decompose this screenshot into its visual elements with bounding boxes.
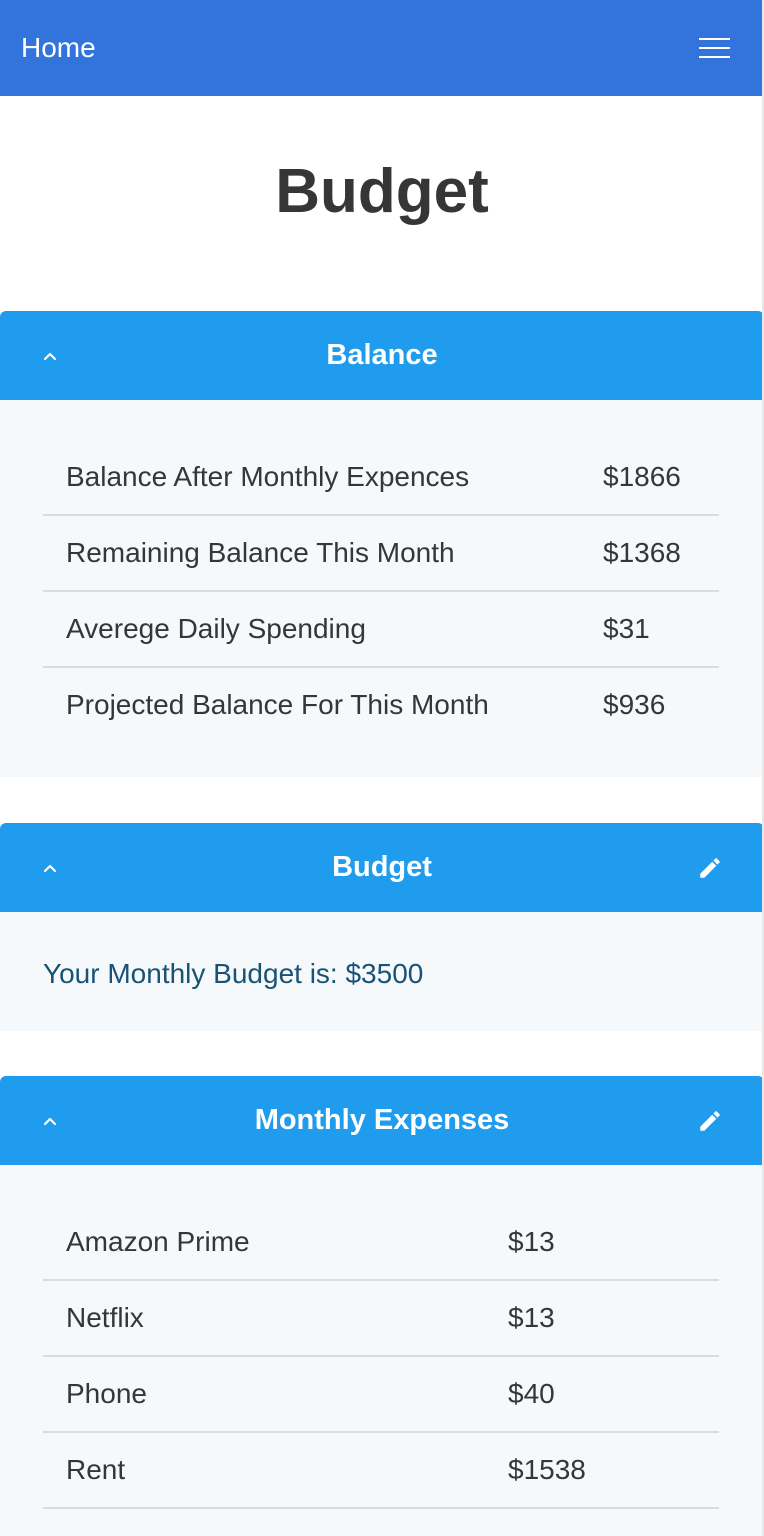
page-title: Budget [275, 157, 489, 226]
top-navbar: Home [0, 0, 764, 96]
balance-row-value: $31 [603, 613, 650, 644]
budget-panel-header[interactable]: Budget [0, 823, 764, 912]
pencil-icon[interactable] [697, 1108, 723, 1134]
hamburger-line [699, 56, 730, 58]
balance-row: Projected Balance For This Month $936 [43, 668, 719, 744]
monthly-expenses-panel: Monthly Expenses Amazon Prime $13 Netfli… [0, 1076, 764, 1536]
expense-row-value: $13 [508, 1302, 555, 1333]
budget-panel: Budget Your Monthly Budget is: $3500 [0, 823, 764, 1031]
balance-row-label: Remaining Balance This Month [66, 537, 455, 568]
balance-panel-header[interactable]: Balance [0, 311, 764, 400]
expense-row-label: Rent [66, 1454, 126, 1485]
expense-row-value: $1538 [508, 1454, 586, 1485]
balance-row-label: Projected Balance For This Month [66, 689, 489, 720]
monthly-budget-text: Your Monthly Budget is: $3500 [43, 958, 424, 989]
expense-row-label: Netflix [66, 1302, 144, 1333]
expense-row: Amazon Prime $13 [43, 1205, 719, 1281]
hamburger-menu-icon[interactable] [690, 24, 738, 72]
balance-panel: Balance Balance After Monthly Expences $… [0, 311, 764, 777]
home-link[interactable]: Home [21, 30, 96, 66]
balance-row-value: $936 [603, 689, 666, 720]
expense-row-value: $13 [508, 1226, 555, 1257]
pencil-icon[interactable] [697, 855, 723, 881]
monthly-expenses-panel-header[interactable]: Monthly Expenses [0, 1076, 764, 1165]
balance-panel-body: Balance After Monthly Expences $1866 Rem… [0, 400, 764, 777]
budget-panel-title: Budget [332, 851, 432, 883]
expense-row-label: Phone [66, 1378, 147, 1409]
expense-row: Phone $40 [43, 1357, 719, 1433]
balance-row: Balance After Monthly Expences $1866 [43, 440, 719, 516]
hamburger-line [699, 47, 730, 49]
balance-row-value: $1368 [603, 537, 681, 568]
balance-row: Averege Daily Spending $31 [43, 592, 719, 668]
monthly-expenses-panel-title: Monthly Expenses [254, 1104, 510, 1136]
balance-row-value: $1866 [603, 461, 681, 492]
hamburger-line [699, 38, 730, 40]
expense-row-value: $40 [508, 1378, 555, 1409]
budget-panel-body: Your Monthly Budget is: $3500 [0, 912, 764, 1031]
expense-row: Rent $1538 [43, 1433, 719, 1509]
balance-row-label: Balance After Monthly Expences [66, 461, 470, 492]
expense-row: Netflix $13 [43, 1281, 719, 1357]
expense-row-label: Amazon Prime [66, 1226, 250, 1257]
monthly-expenses-panel-body: Amazon Prime $13 Netflix $13 Phone $40 R… [0, 1165, 764, 1536]
balance-row-label: Averege Daily Spending [66, 613, 366, 644]
balance-panel-title: Balance [326, 339, 438, 371]
balance-row: Remaining Balance This Month $1368 [43, 516, 719, 592]
